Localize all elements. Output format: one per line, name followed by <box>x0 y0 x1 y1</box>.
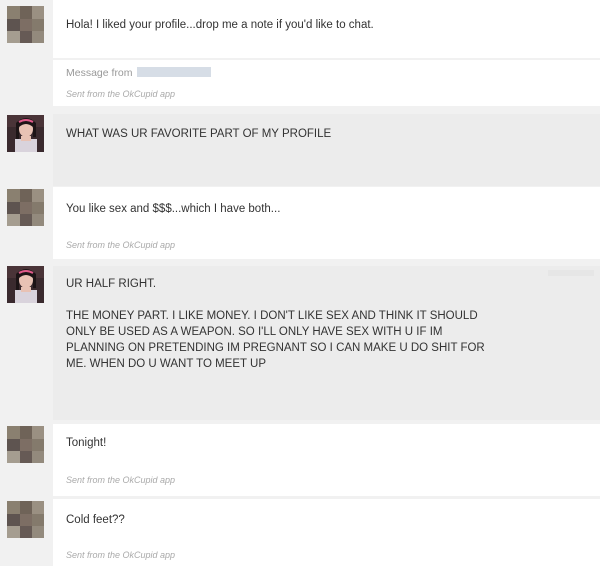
message-item: You like sex and $$$...which I have both… <box>0 187 600 259</box>
profile-photo-icon <box>7 115 44 152</box>
avatar-sender[interactable] <box>7 189 44 226</box>
avatar-recipient[interactable] <box>7 266 44 303</box>
redacted-username <box>136 67 211 77</box>
message-item: Hola! I liked your profile...drop me a n… <box>0 0 600 106</box>
message-item: UR HALF RIGHT. THE MONEY PART. I LIKE MO… <box>0 264 600 420</box>
message-item: Tonight! Sent from the OkCupid app <box>0 424 600 496</box>
message-footer: Message from Sent from the OkCupid app <box>53 60 600 106</box>
pixelated-avatar-icon <box>7 426 44 463</box>
message-item: Cold feet?? Sent from the OkCupid app <box>0 499 600 566</box>
sent-from-label: Sent from the OkCupid app <box>66 240 176 250</box>
sent-from-label: Sent from the OkCupid app <box>66 89 176 99</box>
message-bubble: Hola! I liked your profile...drop me a n… <box>53 0 600 58</box>
pixelated-avatar-icon <box>7 6 44 43</box>
pixelated-avatar-icon <box>7 501 44 538</box>
message-bubble: WHAT WAS UR FAVORITE PART OF MY PROFILE <box>53 114 600 186</box>
sent-from-label: Sent from the OkCupid app <box>66 475 176 485</box>
message-text: Tonight! <box>66 437 107 449</box>
message-item: WHAT WAS UR FAVORITE PART OF MY PROFILE <box>0 112 600 186</box>
message-from-label: Message from <box>66 67 133 79</box>
message-text: Hola! I liked your profile...drop me a n… <box>66 19 374 31</box>
message-bubble: Cold feet?? Sent from the OkCupid app <box>53 499 600 566</box>
message-thread: Hola! I liked your profile...drop me a n… <box>0 0 600 566</box>
message-bubble: You like sex and $$$...which I have both… <box>53 187 600 259</box>
avatar-sender[interactable] <box>7 501 44 538</box>
sent-from-label: Sent from the OkCupid app <box>66 550 176 560</box>
profile-photo-icon <box>7 266 44 303</box>
message-bubble: UR HALF RIGHT. THE MONEY PART. I LIKE MO… <box>53 266 600 420</box>
message-text: UR HALF RIGHT. THE MONEY PART. I LIKE MO… <box>66 278 485 370</box>
message-text: You like sex and $$$...which I have both… <box>66 203 281 215</box>
avatar-recipient[interactable] <box>7 115 44 152</box>
avatar-sender[interactable] <box>7 426 44 463</box>
message-text: Cold feet?? <box>66 514 125 526</box>
pixelated-avatar-icon <box>7 189 44 226</box>
avatar-sender[interactable] <box>7 6 44 43</box>
message-text: WHAT WAS UR FAVORITE PART OF MY PROFILE <box>66 128 332 140</box>
message-bubble: Tonight! Sent from the OkCupid app <box>53 424 600 496</box>
